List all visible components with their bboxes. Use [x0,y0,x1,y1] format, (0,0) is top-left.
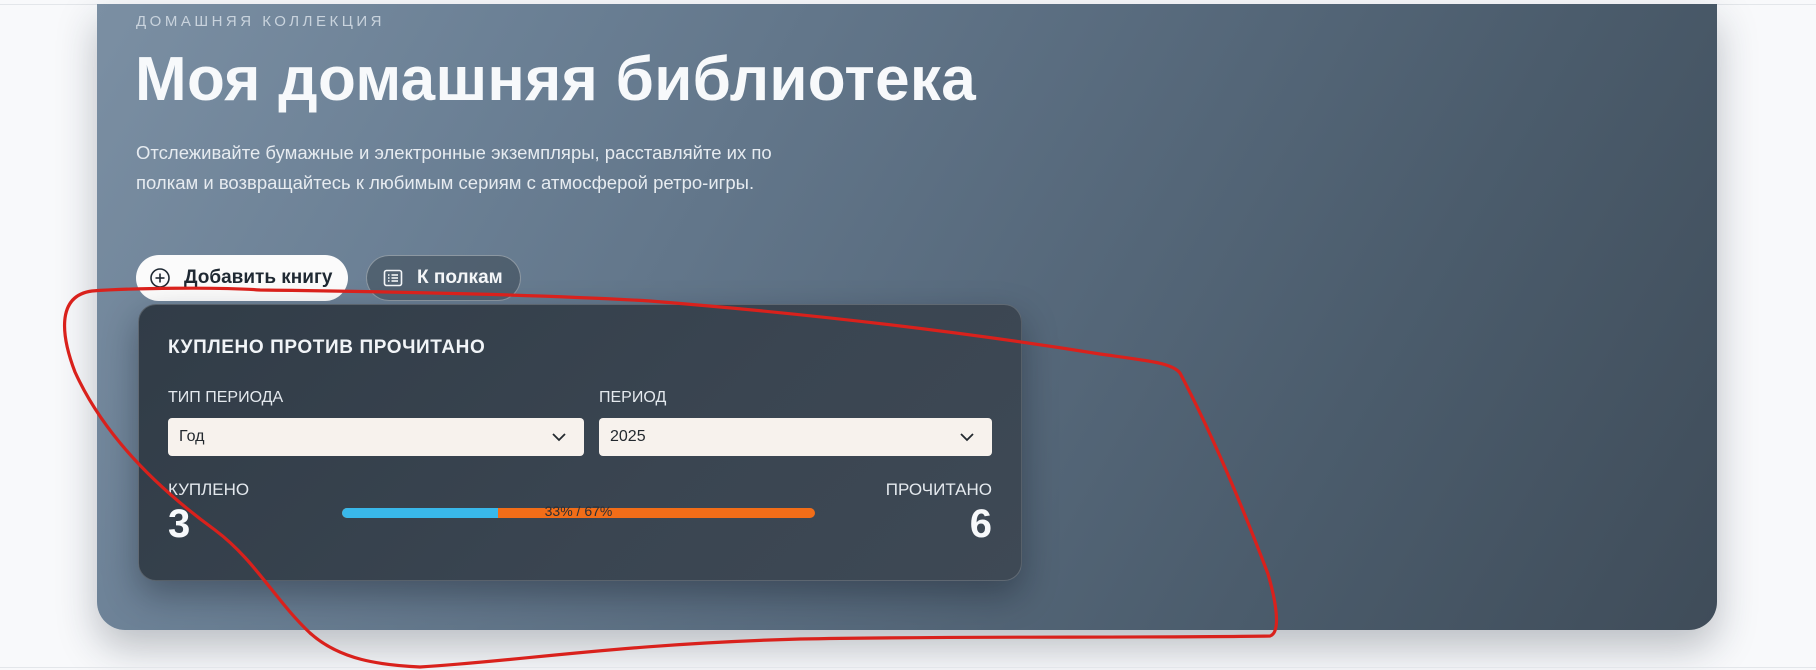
progress-percent-label: 33% / 67% [544,503,613,519]
hero-eyebrow: ДОМАШНЯЯ КОЛЛЕКЦИЯ [136,13,385,30]
period-type-label: ТИП ПЕРИОДА [168,389,284,406]
add-book-label: Добавить книгу [184,267,333,288]
read-value: 6 [969,502,992,546]
hero-description: Отслеживайте бумажные и электронные экзе… [136,142,772,193]
hero-section: ДОМАШНЯЯ КОЛЛЕКЦИЯ Моя домашняя библиоте… [97,4,1717,630]
to-shelves-label: К полкам [417,267,503,288]
period-label: ПЕРИОД [599,389,667,406]
add-book-button[interactable]: Добавить книгу [136,255,348,301]
to-shelves-button[interactable]: К полкам [366,255,521,301]
period-value: 2025 [610,428,646,445]
list-icon [383,269,403,287]
read-label: ПРОЧИТАНО [885,480,992,499]
period-type-value: Год [179,428,205,445]
period-type-select[interactable]: Год [168,418,584,456]
bought-value: 3 [168,502,191,546]
chevron-down-icon [960,433,974,442]
chevron-down-icon [552,433,566,442]
page-title: Моя домашняя библиотека [135,45,976,114]
bought-label: КУПЛЕНО [168,480,250,499]
period-select[interactable]: 2025 [599,418,992,456]
bought-vs-read-card: КУПЛЕНО ПРОТИВ ПРОЧИТАНО ТИП ПЕРИОДА Год… [138,304,1022,581]
card-title: КУПЛЕНО ПРОТИВ ПРОЧИТАНО [168,337,486,358]
plus-circle-icon [150,268,170,288]
bottom-divider [0,667,1816,668]
